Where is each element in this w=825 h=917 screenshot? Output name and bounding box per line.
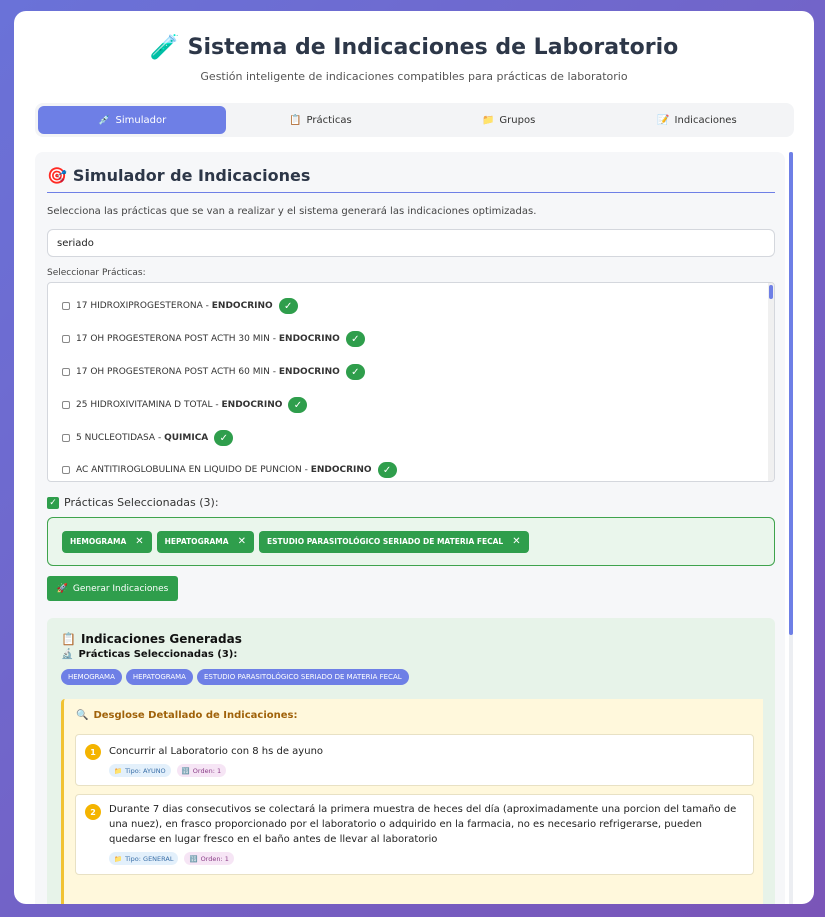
remove-icon[interactable]: ✕	[238, 536, 246, 547]
microscope-icon: 🔬	[61, 649, 74, 660]
list-item[interactable]: 17 OH PROGESTERONA POST ACTH 60 MIN - EN…	[62, 364, 365, 380]
list-item[interactable]: 25 HIDROXIVITAMINA D TOTAL - ENDOCRINO ✓	[62, 397, 308, 413]
orden-tag: 🔢 Orden: 1	[176, 764, 227, 777]
indication-text: Concurrir al Laboratorio con 8 hs de ayu…	[109, 746, 324, 757]
check-icon: ✓	[278, 298, 298, 314]
check-icon: ✓	[377, 462, 397, 478]
app-card: 🧪 Sistema de Indicaciones de Laboratorio…	[14, 11, 814, 904]
indication-text: Durante 7 dias consecutivos se colectará…	[109, 804, 737, 845]
page-title: 🧪 Sistema de Indicaciones de Laboratorio	[149, 33, 679, 61]
tab-bar: 💉 Simulador 📋 Prácticas 📁 Grupos 📝 Indic…	[35, 103, 794, 137]
checkbox[interactable]	[62, 302, 70, 310]
tipo-tag: 📁 Tipo: AYUNO	[109, 764, 171, 777]
indication-number: 1	[85, 744, 101, 760]
folder-icon: 📁	[114, 766, 123, 775]
orden-tag: 🔢 Orden: 1	[184, 852, 234, 865]
checkbox[interactable]	[62, 401, 70, 409]
selected-chip: ESTUDIO PARASITOLÓGICO SERIADO DE MATERI…	[258, 530, 529, 553]
tab-grupos[interactable]: 📁 Grupos	[415, 106, 603, 134]
folder-icon: 📁	[114, 854, 123, 863]
indication-card: 1 Concurrir al Laboratorio con 8 hs de a…	[75, 734, 754, 786]
simulator-panel: 🎯 Simulador de Indicaciones Selecciona l…	[35, 152, 785, 904]
clipboard-icon: 📋	[61, 632, 76, 646]
checkbox[interactable]	[62, 466, 70, 474]
indication-tags: 📁 Tipo: AYUNO 🔢 Orden: 1	[109, 764, 227, 777]
target-icon: 🎯	[47, 166, 67, 185]
indication-card: 2 Durante 7 dias consecutivos se colecta…	[75, 794, 754, 875]
practice-pill: HEPATOGRAMA	[125, 669, 193, 685]
selected-chip: HEMOGRAMA ✕	[62, 530, 152, 553]
list-scrollbar[interactable]	[768, 283, 774, 481]
simulator-title: 🎯 Simulador de Indicaciones	[47, 166, 311, 185]
check-icon: ✓	[345, 364, 365, 380]
list-scroll-thumb[interactable]	[769, 285, 773, 299]
tab-indicaciones[interactable]: 📝 Indicaciones	[603, 106, 791, 134]
practice-list[interactable]: 17 HIDROXIPROGESTERONA - ENDOCRINO ✓ 17 …	[47, 282, 775, 482]
remove-icon[interactable]: ✕	[512, 536, 520, 547]
breakdown-title: 🔍 Desglose Detallado de Indicaciones:	[76, 710, 298, 721]
indication-number: 2	[85, 804, 101, 820]
generated-section: 📋 Indicaciones Generadas 🔬 Prácticas Sel…	[47, 618, 775, 904]
number-icon: 🔢	[181, 766, 190, 775]
check-box-icon: ✓	[47, 496, 59, 509]
check-icon: ✓	[214, 430, 234, 446]
search-input[interactable]	[47, 229, 775, 257]
practice-pill: HEMOGRAMA	[61, 669, 122, 685]
simulator-description: Selecciona las prácticas que se van a re…	[47, 206, 537, 217]
magnifier-icon: 🔍	[76, 710, 89, 721]
clipboard-icon: 📋	[289, 114, 302, 126]
memo-icon: 📝	[657, 114, 670, 126]
generated-title: 📋 Indicaciones Generadas	[61, 632, 242, 646]
header: 🧪 Sistema de Indicaciones de Laboratorio…	[14, 11, 814, 83]
folder-icon: 📁	[481, 114, 495, 126]
generated-selected-title: 🔬 Prácticas Seleccionadas (3):	[61, 649, 238, 660]
page-scrollbar[interactable]	[789, 152, 793, 904]
indication-tags: 📁 Tipo: GENERAL 🔢 Orden: 1	[109, 852, 234, 865]
practice-pill: ESTUDIO PARASITOLÓGICO SERIADO DE MATERI…	[196, 669, 409, 685]
tab-simulador[interactable]: 💉 Simulador	[38, 106, 227, 134]
syringe-icon: 💉	[98, 114, 111, 126]
page-scroll-thumb[interactable]	[789, 152, 793, 635]
remove-icon[interactable]: ✕	[135, 536, 143, 547]
rocket-icon: 🚀	[56, 583, 68, 594]
generate-button[interactable]: 🚀 Generar Indicaciones	[47, 576, 178, 601]
tab-practicas[interactable]: 📋 Prácticas	[226, 106, 414, 134]
test-tube-icon: 🧪	[149, 33, 180, 61]
breakdown-box: 🔍 Desglose Detallado de Indicaciones: 1 …	[61, 699, 763, 904]
checkbox[interactable]	[62, 434, 70, 442]
checkbox[interactable]	[62, 335, 70, 343]
select-practices-label: Seleccionar Prácticas:	[47, 268, 146, 278]
selected-practices-title: ✓ Prácticas Seleccionadas (3):	[47, 496, 219, 509]
check-icon: ✓	[345, 331, 365, 347]
list-item[interactable]: 17 OH PROGESTERONA POST ACTH 30 MIN - EN…	[62, 331, 365, 347]
number-icon: 🔢	[189, 854, 198, 863]
generated-pills: HEMOGRAMA HEPATOGRAMA ESTUDIO PARASITOLÓ…	[61, 669, 409, 685]
checkbox[interactable]	[62, 368, 70, 376]
list-item[interactable]: 17 HIDROXIPROGESTERONA - ENDOCRINO ✓	[62, 298, 298, 314]
selected-practices-box: HEMOGRAMA ✕ HEPATOGRAMA ✕ ESTUDIO PARASITO…	[47, 517, 775, 566]
selected-chip: HEPATOGRAMA ✕	[156, 530, 254, 553]
list-item[interactable]: AC ANTITIROGLOBULINA EN LIQUIDO DE PUNCI…	[62, 462, 397, 478]
page-subtitle: Gestión inteligente de indicaciones comp…	[200, 70, 628, 83]
check-icon: ✓	[288, 397, 308, 413]
list-item[interactable]: 5 NUCLEOTIDASA - QUIMICA ✓	[62, 430, 234, 446]
title-divider	[47, 192, 775, 193]
tipo-tag: 📁 Tipo: GENERAL	[109, 852, 179, 865]
